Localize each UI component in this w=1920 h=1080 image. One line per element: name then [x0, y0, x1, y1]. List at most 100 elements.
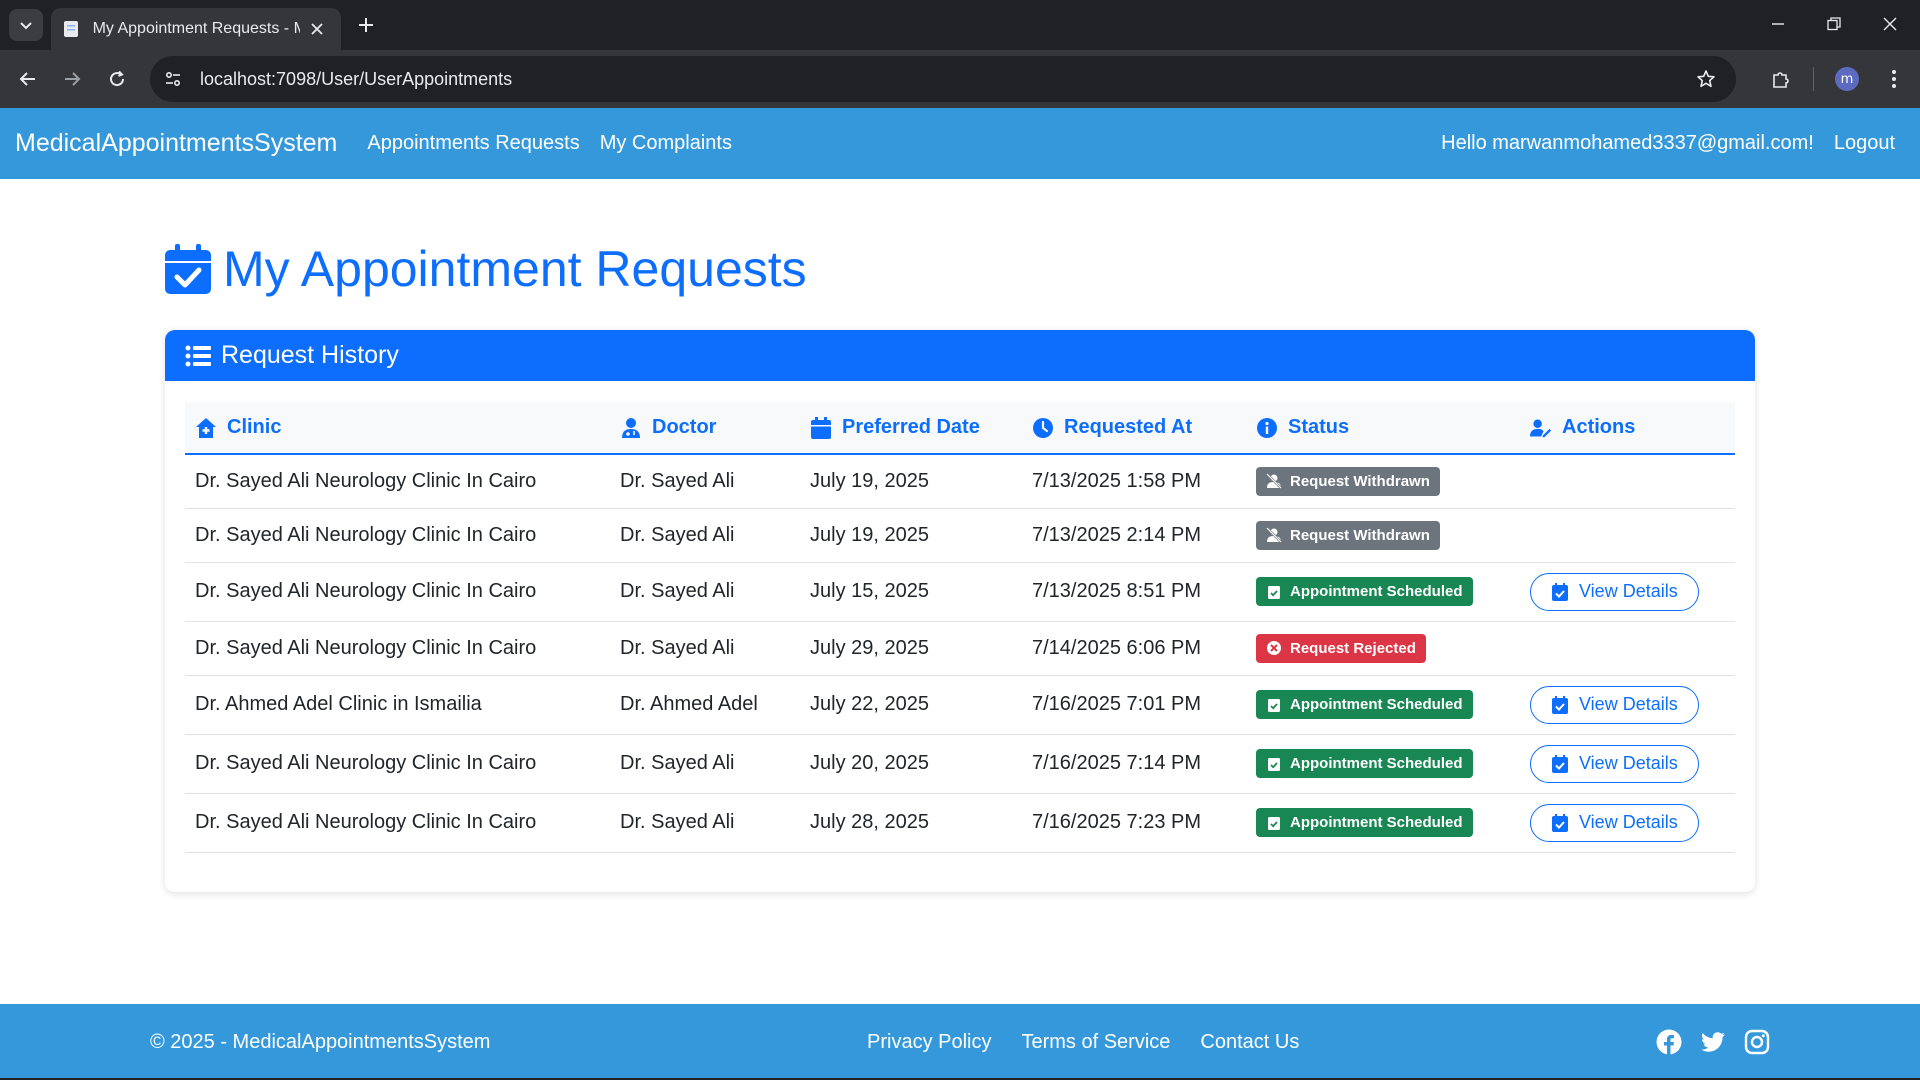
requested-at-cell: 7/13/2025 1:58 PM	[1032, 469, 1202, 492]
column-header-status[interactable]: Status	[1246, 402, 1520, 454]
column-header-requested-at[interactable]: Requested At	[1022, 402, 1246, 454]
brand-link[interactable]: MedicalAppointmentsSystem	[15, 129, 337, 158]
calendar-check-icon	[1552, 582, 1568, 601]
requested-at-cell: 7/16/2025 7:23 PM	[1032, 811, 1202, 833]
clinic-cell: Dr. Sayed Ali Neurology Clinic In Cairo	[195, 580, 537, 602]
page-title-text: My Appointment Requests	[223, 241, 807, 297]
calendar-check-icon	[165, 244, 211, 294]
instagram-icon[interactable]	[1744, 1029, 1770, 1055]
app-navbar: MedicalAppointmentsSystem Appointments R…	[0, 108, 1920, 179]
plus-icon	[359, 18, 373, 32]
clinic-icon	[196, 417, 216, 438]
status-cell: Appointment Scheduled	[1246, 793, 1520, 852]
calendar-check-icon	[1268, 585, 1280, 599]
browser-tab-active[interactable]: My Appointment Requests - Me	[51, 8, 341, 50]
doctor-cell: Dr. Sayed Ali	[620, 811, 735, 833]
twitter-icon[interactable]	[1700, 1029, 1726, 1055]
facebook-icon[interactable]	[1656, 1029, 1682, 1055]
footer-link-privacy-policy[interactable]: Privacy Policy	[867, 1031, 991, 1054]
profile-button[interactable]: m	[1830, 62, 1864, 96]
forward-button[interactable]	[55, 62, 89, 96]
page-favicon-icon	[63, 20, 81, 38]
column-header-clinic[interactable]: Clinic	[185, 402, 610, 454]
view-details-button[interactable]: View Details	[1530, 744, 1699, 783]
clinic-cell: Dr. Sayed Ali Neurology Clinic In Cairo	[195, 469, 537, 492]
calendar-check-icon	[1552, 754, 1568, 773]
doctor-cell: Dr. Ahmed Adel	[620, 693, 758, 715]
card-header-title: Request History	[221, 341, 399, 369]
preferred-date-cell: July 19, 2025	[810, 469, 929, 492]
puzzle-icon	[1773, 72, 1789, 88]
actions-cell: View Details	[1520, 793, 1735, 852]
requested-at-cell: 7/16/2025 7:14 PM	[1032, 752, 1202, 774]
new-tab-button[interactable]	[352, 11, 380, 39]
footer-link-contact-us[interactable]: Contact Us	[1200, 1031, 1299, 1054]
doctor-cell: Dr. Sayed Ali	[620, 580, 735, 602]
logout-button[interactable]: Logout	[1834, 132, 1895, 155]
requested-at-cell: 7/13/2025 8:51 PM	[1032, 580, 1202, 602]
site-info-icon[interactable]	[156, 62, 190, 96]
calendar-icon	[811, 416, 831, 439]
times-circle-icon	[1267, 641, 1281, 655]
reload-button[interactable]	[100, 62, 134, 96]
actions-cell	[1520, 621, 1735, 675]
view-details-button[interactable]: View Details	[1530, 572, 1699, 611]
column-header-preferred-date[interactable]: Preferred Date	[800, 402, 1022, 454]
tab-close-icon[interactable]	[306, 17, 329, 41]
footer-link-terms-of-service[interactable]: Terms of Service	[1021, 1031, 1170, 1054]
request-history-card: Request History Clinic Doctor Preferred …	[165, 330, 1755, 892]
doctor-cell: Dr. Sayed Ali	[620, 636, 735, 659]
calendar-check-icon	[1552, 813, 1568, 832]
toolbar-divider	[1813, 67, 1814, 91]
clinic-cell: Dr. Sayed Ali Neurology Clinic In Cairo	[195, 523, 537, 546]
preferred-date-cell: July 15, 2025	[810, 580, 929, 602]
info-icon	[1257, 417, 1277, 438]
more-vert-icon	[1892, 70, 1896, 88]
preferred-date-cell: July 29, 2025	[810, 636, 929, 659]
close-window-button[interactable]	[1868, 6, 1912, 42]
reload-icon	[110, 70, 125, 87]
user-slash-icon	[1266, 473, 1282, 490]
status-badge: Request Withdrawn	[1256, 520, 1440, 550]
user-greeting-link[interactable]: Hello marwanmohamed3337@gmail.com!	[1441, 132, 1814, 155]
restore-button[interactable]	[1812, 6, 1856, 42]
status-badge: Request Withdrawn	[1256, 466, 1440, 496]
arrow-right-icon	[65, 72, 81, 86]
table-row: Dr. Sayed Ali Neurology Clinic In Cairo …	[185, 562, 1735, 621]
address-bar[interactable]: localhost:7098/User/UserAppointments	[150, 56, 1736, 102]
nav-link-appointments-requests[interactable]: Appointments Requests	[367, 132, 579, 155]
requested-at-cell: 7/16/2025 7:01 PM	[1032, 693, 1202, 715]
tab-search-button[interactable]	[9, 9, 43, 41]
browser-menu-button[interactable]	[1877, 62, 1911, 96]
clinic-cell: Dr. Sayed Ali Neurology Clinic In Cairo	[195, 636, 537, 659]
tab-title: My Appointment Requests - Me	[92, 20, 300, 37]
status-cell: Request Withdrawn	[1246, 508, 1520, 562]
column-header-actions[interactable]: Actions	[1520, 402, 1735, 454]
status-badge: Appointment Scheduled	[1256, 690, 1473, 719]
nav-link-my-complaints[interactable]: My Complaints	[600, 132, 732, 155]
copyright-text: © 2025 - MedicalAppointmentsSystem	[150, 1030, 491, 1053]
column-header-doctor[interactable]: Doctor	[610, 402, 800, 454]
actions-cell: View Details	[1520, 734, 1735, 793]
list-icon	[185, 345, 211, 366]
arrow-left-icon	[19, 72, 35, 86]
status-cell: Request Rejected	[1246, 621, 1520, 675]
table-row: Dr. Sayed Ali Neurology Clinic In Cairo …	[185, 734, 1735, 793]
back-button[interactable]	[11, 62, 45, 96]
preferred-date-cell: July 22, 2025	[810, 693, 929, 715]
browser-tabstrip: My Appointment Requests - Me	[0, 0, 1920, 50]
calendar-check-icon	[1268, 816, 1280, 830]
minimize-button[interactable]	[1756, 6, 1800, 42]
bookmark-star-icon[interactable]	[1690, 63, 1722, 95]
table-row: Dr. Sayed Ali Neurology Clinic In Cairo …	[185, 793, 1735, 852]
view-details-button[interactable]: View Details	[1530, 803, 1699, 842]
table-header-row: Clinic Doctor Preferred Date Requested A…	[185, 402, 1735, 454]
status-badge: Appointment Scheduled	[1256, 808, 1473, 837]
preferred-date-cell: July 20, 2025	[810, 752, 929, 774]
view-details-button[interactable]: View Details	[1530, 685, 1699, 724]
actions-cell	[1520, 454, 1735, 508]
extensions-button[interactable]	[1764, 62, 1798, 96]
table-row: Dr. Sayed Ali Neurology Clinic In Cairo …	[185, 454, 1735, 508]
status-badge: Appointment Scheduled	[1256, 577, 1473, 606]
preferred-date-cell: July 19, 2025	[810, 523, 929, 546]
